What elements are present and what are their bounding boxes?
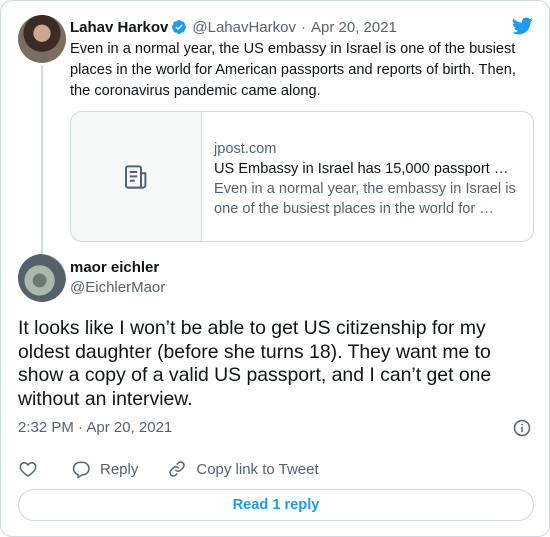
- avatar-lahav-harkov[interactable]: [18, 15, 66, 63]
- reply-button[interactable]: Reply: [71, 459, 138, 479]
- separator-dot: ·: [301, 18, 306, 36]
- thread-connector-line: [41, 65, 43, 256]
- link-title: US Embassy in Israel has 15,000 passport…: [214, 161, 509, 177]
- main-author-handle[interactable]: @EichlerMaor: [70, 279, 165, 296]
- read-replies-button[interactable]: Read 1 reply: [18, 489, 534, 521]
- main-author-name[interactable]: maor eichler: [70, 259, 159, 276]
- main-tweet-text: It looks like I won’t be able to get US …: [18, 317, 492, 410]
- verified-badge-icon: [172, 20, 187, 34]
- tweet-embed-card: Lahav Harkov @LahavHarkov · Apr 20, 2021…: [0, 0, 550, 537]
- article-icon: [125, 164, 147, 189]
- reply-icon: [72, 461, 90, 479]
- link-thumbnail: [71, 112, 202, 241]
- reply-label: Reply: [100, 460, 139, 478]
- link-icon: [169, 461, 186, 477]
- copy-link-button[interactable]: Copy link to Tweet: [167, 459, 319, 479]
- tweet-date[interactable]: Apr 20, 2021: [311, 19, 397, 36]
- like-button[interactable]: [18, 459, 38, 479]
- author-handle[interactable]: @LahavHarkov: [192, 19, 296, 36]
- parent-tweet-header: Lahav Harkov @LahavHarkov · Apr 20, 2021: [70, 17, 397, 37]
- link-domain: jpost.com: [214, 141, 277, 157]
- heart-icon: [19, 461, 37, 477]
- link-description: Even in a normal year, the embassy in Is…: [214, 181, 516, 217]
- parent-tweet-text: Even in a normal year, the US embassy in…: [70, 41, 516, 99]
- avatar-maor-eichler[interactable]: [18, 254, 66, 302]
- info-icon[interactable]: [512, 418, 532, 438]
- tweet-actions-bar: Reply Copy link to Tweet: [18, 457, 319, 481]
- link-preview-body: jpost.com US Embassy in Israel has 15,00…: [202, 112, 533, 241]
- tweet-timestamp[interactable]: 2:32 PM · Apr 20, 2021: [18, 419, 172, 436]
- copy-link-label: Copy link to Tweet: [196, 460, 319, 478]
- link-preview-card[interactable]: jpost.com US Embassy in Israel has 15,00…: [70, 111, 534, 242]
- twitter-logo-icon[interactable]: [510, 15, 534, 37]
- author-name[interactable]: Lahav Harkov: [70, 19, 168, 36]
